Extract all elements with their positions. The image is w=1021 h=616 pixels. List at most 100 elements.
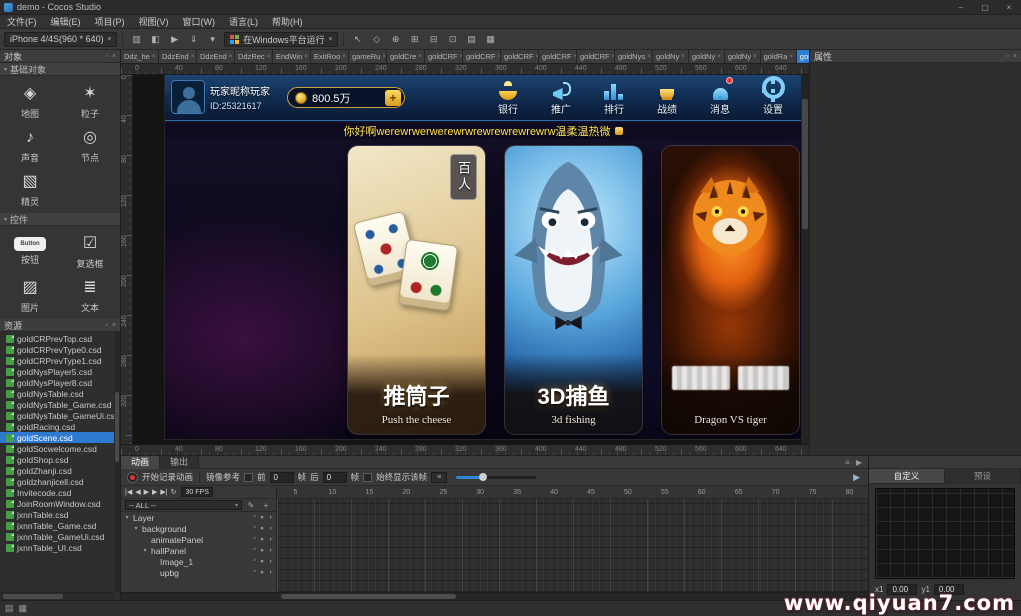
expand-icon[interactable]: ▾ bbox=[123, 514, 131, 521]
timeline-layer-row[interactable]: Image_1^●◑ bbox=[121, 556, 276, 567]
menu-item[interactable]: 编辑(E) bbox=[44, 15, 88, 29]
close-tab-icon[interactable]: × bbox=[382, 54, 386, 60]
object-section-header[interactable]: ▾基础对象 bbox=[0, 63, 120, 76]
tab-animation[interactable]: 动画 bbox=[121, 456, 160, 469]
game-card-mahjong[interactable]: 百人推筒子Push the cheese bbox=[348, 146, 485, 434]
canvas-vertical-scrollbar[interactable] bbox=[801, 75, 809, 444]
file-item[interactable]: goldNysPlayer5.csd bbox=[0, 366, 120, 377]
file-item[interactable]: JoinRoomWindow.csd bbox=[0, 498, 120, 509]
game-card-shark[interactable]: 3D捕鱼3d fishing bbox=[505, 146, 642, 434]
timeline-grid[interactable] bbox=[277, 499, 868, 592]
player-info-panel[interactable]: 玩家昵称玩家 ID:25321617 bbox=[171, 80, 270, 114]
always-show-checkbox[interactable] bbox=[363, 473, 372, 482]
file-list-hscrollbar[interactable] bbox=[0, 592, 114, 600]
document-tab[interactable]: DdzEnd× bbox=[159, 50, 197, 63]
close-tab-icon[interactable]: × bbox=[681, 54, 685, 60]
align-top-icon[interactable]: ▤ bbox=[463, 32, 480, 47]
motion-icon[interactable]: ^ bbox=[253, 547, 256, 554]
file-item[interactable]: goldNysTable_Game.csd bbox=[0, 399, 120, 410]
timeline-layer-row[interactable]: ▾hallPanel^●◑ bbox=[121, 545, 276, 556]
lock-icon[interactable]: ◑ bbox=[268, 525, 272, 532]
float-panel-icon[interactable]: ▫ bbox=[105, 322, 107, 329]
timeline-layer-row[interactable]: upbg^●◑ bbox=[121, 567, 276, 578]
visibility-icon[interactable]: ● bbox=[260, 569, 264, 576]
last-frame-button[interactable]: ▶| bbox=[160, 488, 167, 496]
record-label[interactable]: 开始记录动画 bbox=[142, 471, 193, 483]
motion-icon[interactable]: ^ bbox=[253, 569, 256, 576]
onion-after-input[interactable]: 0 bbox=[323, 472, 347, 483]
timeline-layer-row[interactable]: animatePanel^●◑ bbox=[121, 534, 276, 545]
object-sprite[interactable]: ▧精灵 bbox=[0, 167, 60, 211]
record-button[interactable] bbox=[127, 472, 138, 483]
cursor-icon[interactable]: ↖ bbox=[349, 32, 366, 47]
document-tab[interactable]: goldCRF× bbox=[577, 50, 615, 63]
play-animation-icon[interactable]: ▶ bbox=[853, 472, 862, 483]
file-item[interactable]: goldzhanjicell.csd bbox=[0, 476, 120, 487]
file-item[interactable]: goldScene.csd bbox=[0, 432, 120, 443]
prev-frame-button[interactable]: ◀ bbox=[135, 488, 140, 496]
close-tab-icon[interactable]: × bbox=[152, 54, 156, 60]
file-item[interactable]: goldCRPrevTop.csd bbox=[0, 333, 120, 344]
file-item[interactable]: goldCRPrevType1.csd bbox=[0, 355, 120, 366]
next-frame-button[interactable]: ▶ bbox=[152, 488, 157, 496]
float-panel-icon[interactable]: ▫ bbox=[1006, 53, 1008, 60]
menu-item[interactable]: 窗口(W) bbox=[176, 15, 223, 29]
tab-output[interactable]: 输出 bbox=[160, 456, 199, 469]
document-tab[interactable]: goldCRF× bbox=[463, 50, 501, 63]
edit-icon[interactable]: ✎ bbox=[245, 501, 257, 510]
file-item[interactable]: goldNysPlayer8.csd bbox=[0, 377, 120, 388]
menu-item[interactable]: 视图(V) bbox=[132, 15, 176, 29]
recharge-button[interactable]: + bbox=[385, 90, 401, 106]
document-tab[interactable]: goldCre× bbox=[387, 50, 425, 63]
timeline-hscrollbar[interactable] bbox=[121, 592, 868, 600]
file-item[interactable]: jxnnTable.csd bbox=[0, 509, 120, 520]
motion-icon[interactable]: ^ bbox=[253, 558, 256, 565]
expand-icon[interactable]: ▾ bbox=[141, 547, 149, 554]
document-tab[interactable]: goldCRF× bbox=[501, 50, 539, 63]
document-tab[interactable]: goldNy× bbox=[653, 50, 689, 63]
maximize-button[interactable]: ▢ bbox=[973, 0, 997, 14]
motion-icon[interactable]: ^ bbox=[253, 536, 256, 543]
document-tab[interactable]: DdzRec× bbox=[235, 50, 273, 63]
screen-icon[interactable]: ▥ bbox=[128, 32, 145, 47]
close-tab-icon[interactable]: × bbox=[229, 54, 233, 60]
bank-nav-button[interactable]: 银行 bbox=[488, 78, 528, 116]
visibility-icon[interactable]: ● bbox=[260, 525, 264, 532]
visibility-icon[interactable]: ● bbox=[260, 536, 264, 543]
timeline-play-icon[interactable]: ▶ bbox=[856, 458, 862, 467]
grid-view-icon[interactable]: ▦ bbox=[19, 603, 28, 614]
file-item[interactable]: goldSocwelcome.csd bbox=[0, 443, 120, 454]
menu-item[interactable]: 语言(L) bbox=[222, 15, 265, 29]
align-bottom-icon[interactable]: ▦ bbox=[482, 32, 499, 47]
lock-icon[interactable]: ◑ bbox=[268, 514, 272, 521]
close-tab-icon[interactable]: × bbox=[342, 54, 346, 60]
document-tab[interactable]: goldNy× bbox=[689, 50, 725, 63]
design-canvas[interactable]: 玩家昵称玩家 ID:25321617 800.5万 + bbox=[133, 75, 809, 444]
onion-skin-checkbox[interactable] bbox=[244, 473, 253, 482]
file-item[interactable]: goldCRPrevType0.csd bbox=[0, 344, 120, 355]
onion-before-input[interactable]: 0 bbox=[270, 472, 294, 483]
close-tab-icon[interactable]: × bbox=[418, 54, 422, 60]
file-item[interactable]: jxnnTable_Game.csd bbox=[0, 520, 120, 531]
frame-ruler[interactable]: 5101520253035404550556065707580 bbox=[277, 486, 868, 499]
close-button[interactable]: × bbox=[997, 0, 1021, 14]
close-tab-icon[interactable]: × bbox=[717, 54, 721, 60]
hand-icon[interactable]: ◇ bbox=[368, 32, 385, 47]
close-tab-icon[interactable]: × bbox=[267, 54, 271, 60]
loop-button[interactable]: ↻ bbox=[171, 488, 177, 496]
file-item[interactable]: Invitecode.csd bbox=[0, 487, 120, 498]
fps-input[interactable]: 30 FPS bbox=[181, 487, 212, 497]
document-tab[interactable]: EndWin× bbox=[273, 50, 311, 63]
run-target-select[interactable]: 在Windows平台运行 ▾ bbox=[224, 32, 338, 47]
object-text[interactable]: ≣文本 bbox=[60, 273, 120, 317]
message-nav-button[interactable]: 消息 bbox=[700, 78, 740, 116]
device-select[interactable]: iPhone 4/4S(960 * 640) ▾ bbox=[4, 32, 117, 47]
align-left-icon[interactable]: ⊞ bbox=[406, 32, 423, 47]
object-sound[interactable]: ♪声音 bbox=[0, 123, 60, 167]
document-tab[interactable]: goldCRF× bbox=[425, 50, 463, 63]
align-right-icon[interactable]: ⊡ bbox=[444, 32, 461, 47]
promotion-nav-button[interactable]: 推广 bbox=[541, 78, 581, 116]
object-checkbox[interactable]: ☑复选框 bbox=[60, 229, 120, 273]
file-item[interactable]: goldRacing.csd bbox=[0, 421, 120, 432]
document-tab[interactable]: goldRa× bbox=[761, 50, 797, 63]
